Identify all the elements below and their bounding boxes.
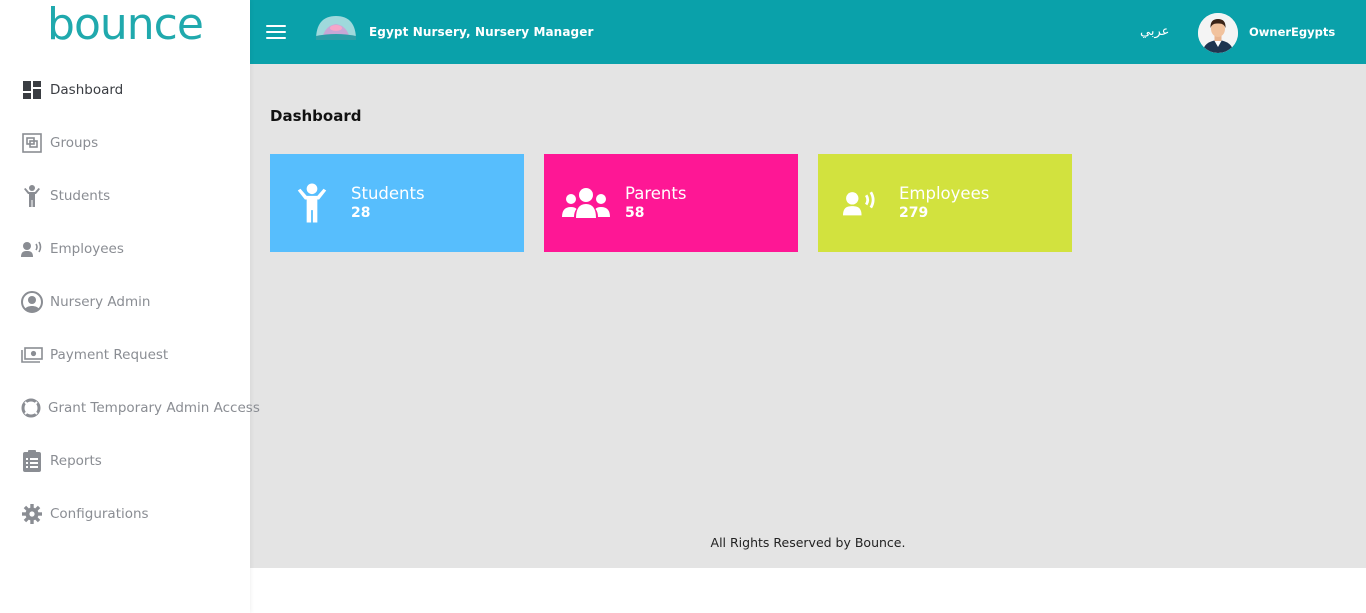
sidebar-item-label: Employees xyxy=(50,240,124,257)
card-count: 58 xyxy=(625,205,645,221)
sidebar-item-reports[interactable]: Reports xyxy=(0,434,250,487)
sidebar-item-label: Payment Request xyxy=(50,346,169,363)
sidebar-item-employees[interactable]: Employees xyxy=(0,222,250,275)
language-toggle[interactable]: عربي xyxy=(1140,24,1169,39)
students-card[interactable]: Students 28 xyxy=(270,154,524,252)
username[interactable]: OwnerEgypts xyxy=(1249,25,1335,39)
sidebar-item-label: Nursery Admin xyxy=(50,293,151,310)
nursery-logo xyxy=(316,16,356,40)
sidebar-item-students[interactable]: Students xyxy=(0,169,250,222)
hamburger-menu-icon[interactable] xyxy=(266,25,286,39)
avatar[interactable] xyxy=(1198,13,1238,53)
sidebar: bo unce Dashboard Groups Students Employe… xyxy=(0,0,260,613)
dashboard-icon xyxy=(21,79,43,101)
card-title: Students xyxy=(351,184,425,203)
sidebar-item-label: Students xyxy=(50,187,111,204)
child-icon xyxy=(21,184,43,207)
parents-card[interactable]: Parents 58 xyxy=(544,154,798,252)
sidebar-item-nursery-admin[interactable]: Nursery Admin xyxy=(0,275,250,328)
footer-text: All Rights Reserved by Bounce. xyxy=(710,535,906,550)
card-count: 28 xyxy=(351,205,371,221)
nursery-name: Egypt Nursery, Nursery Manager xyxy=(369,25,594,39)
employees-card[interactable]: Employees 279 xyxy=(818,154,1072,252)
sidebar-item-payment-request[interactable]: Payment Request xyxy=(0,328,250,381)
user-circle-icon xyxy=(21,290,43,313)
sidebar-item-grant-temporary-admin-access[interactable]: Grant Temporary Admin Access xyxy=(0,381,260,434)
money-icon xyxy=(21,344,43,366)
main-content: Dashboard Students 28 Parents 58 Employe… xyxy=(250,64,1366,568)
lifebuoy-icon xyxy=(21,397,41,419)
sidebar-item-label: Grant Temporary Admin Access xyxy=(48,399,260,416)
child-icon xyxy=(286,177,338,229)
employee-icon xyxy=(21,238,43,260)
sidebar-item-label: Groups xyxy=(50,134,99,151)
card-title: Employees xyxy=(899,184,990,203)
users-icon xyxy=(560,177,612,229)
card-title: Parents xyxy=(625,184,687,203)
card-count: 279 xyxy=(899,205,929,221)
employee-icon xyxy=(834,177,886,229)
brand-logo-text: bo unce xyxy=(47,0,204,50)
page-title: Dashboard xyxy=(270,107,362,125)
sidebar-item-label: Reports xyxy=(50,452,102,469)
sidebar-item-dashboard[interactable]: Dashboard xyxy=(0,64,250,116)
sidebar-item-configurations[interactable]: Configurations xyxy=(0,487,250,540)
sidebar-item-label: Dashboard xyxy=(50,82,124,98)
gear-icon xyxy=(21,503,43,525)
clipboard-icon xyxy=(21,449,43,472)
brand-logo[interactable]: bo unce xyxy=(0,0,250,64)
sidebar-item-groups[interactable]: Groups xyxy=(0,116,250,169)
top-bar: Egypt Nursery, Nursery Manager عربي Owne… xyxy=(250,0,1366,64)
sidebar-menu: Dashboard Groups Students Employees Nurs… xyxy=(0,64,260,540)
groups-icon xyxy=(21,132,43,154)
sidebar-item-label: Configurations xyxy=(50,505,149,522)
